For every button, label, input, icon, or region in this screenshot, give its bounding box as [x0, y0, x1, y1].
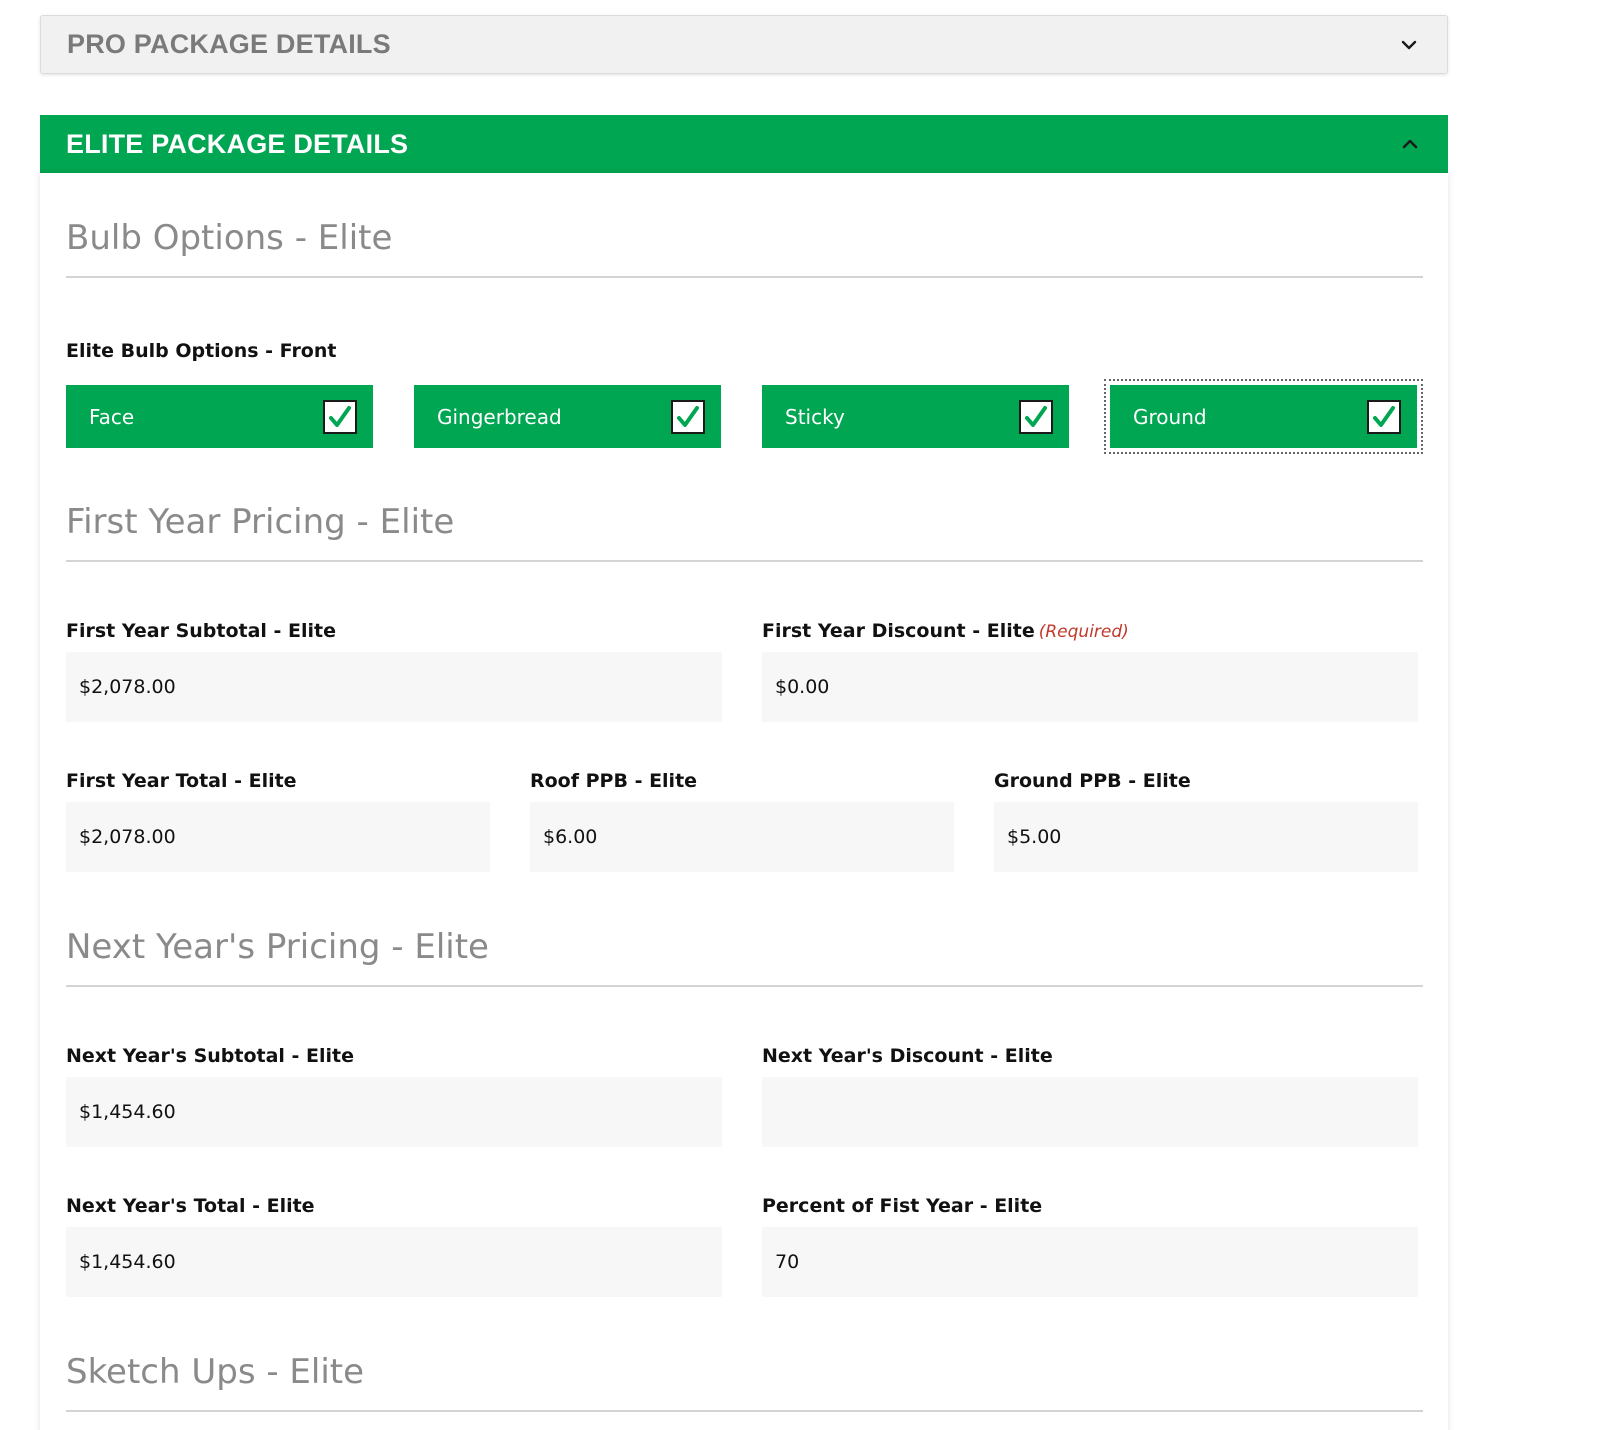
first-year-total-input[interactable]	[66, 802, 490, 872]
bulb-option-sticky[interactable]: Sticky	[762, 385, 1069, 448]
bulb-option-ground[interactable]: Ground	[1104, 379, 1423, 454]
first-year-discount-label: First Year Discount - Elite (Required)	[762, 620, 1129, 642]
checkmark-icon	[677, 405, 699, 427]
percent-of-first-year-label: Percent of Fist Year - Elite	[762, 1195, 1043, 1217]
chevron-down-icon[interactable]	[1397, 33, 1421, 57]
roof-ppb-label: Roof PPB - Elite	[530, 770, 698, 792]
next-year-total-label: Next Year's Total - Elite	[66, 1195, 315, 1217]
bulb-option-label: Ground	[1133, 404, 1207, 429]
next-year-subtotal-input[interactable]	[66, 1077, 722, 1147]
required-indicator: (Required)	[1038, 622, 1129, 642]
bulb-option-label: Gingerbread	[437, 404, 562, 429]
next-year-pricing-heading: Next Year's Pricing - Elite	[66, 927, 1423, 987]
first-year-subtotal-label: First Year Subtotal - Elite	[66, 620, 337, 642]
checkbox[interactable]	[323, 399, 357, 434]
checkbox[interactable]	[1019, 399, 1053, 434]
next-year-discount-input[interactable]	[762, 1077, 1418, 1147]
roof-ppb-input[interactable]	[530, 802, 954, 872]
bulb-option-face[interactable]: Face	[66, 385, 373, 448]
first-year-pricing-heading: First Year Pricing - Elite	[66, 502, 1423, 562]
checkbox[interactable]	[671, 399, 705, 434]
ground-ppb-label: Ground PPB - Elite	[994, 770, 1191, 792]
checkmark-icon	[329, 405, 351, 427]
elite-package-accordion-header[interactable]: ELITE PACKAGE DETAILS	[40, 115, 1448, 173]
chevron-up-icon[interactable]	[1398, 132, 1422, 156]
bulb-option-label: Face	[89, 404, 135, 429]
bulb-options-heading: Bulb Options - Elite	[66, 218, 1423, 278]
checkmark-icon	[1025, 405, 1047, 427]
first-year-discount-label-text: First Year Discount - Elite	[762, 620, 1035, 642]
percent-of-first-year-input[interactable]	[762, 1227, 1418, 1297]
elite-package-title: ELITE PACKAGE DETAILS	[66, 128, 409, 159]
pro-package-title: PRO PACKAGE DETAILS	[67, 29, 391, 59]
bulb-option-gingerbread[interactable]: Gingerbread	[414, 385, 721, 448]
page: PRO PACKAGE DETAILS ELITE PACKAGE DETAIL…	[0, 0, 1600, 1430]
checkbox[interactable]	[1367, 399, 1401, 434]
next-year-total-input[interactable]	[66, 1227, 722, 1297]
first-year-total-label: First Year Total - Elite	[66, 770, 297, 792]
bulb-options-group-label: Elite Bulb Options - Front	[66, 340, 337, 362]
next-year-subtotal-label: Next Year's Subtotal - Elite	[66, 1045, 355, 1067]
first-year-discount-input[interactable]	[762, 652, 1418, 722]
bulb-option-label: Sticky	[785, 404, 845, 429]
pro-package-accordion-header[interactable]: PRO PACKAGE DETAILS	[40, 15, 1448, 74]
next-year-discount-label: Next Year's Discount - Elite	[762, 1045, 1053, 1067]
sketch-ups-heading: Sketch Ups - Elite	[66, 1352, 1423, 1412]
checkmark-icon	[1373, 405, 1395, 427]
ground-ppb-input[interactable]	[994, 802, 1418, 872]
first-year-subtotal-input[interactable]	[66, 652, 722, 722]
